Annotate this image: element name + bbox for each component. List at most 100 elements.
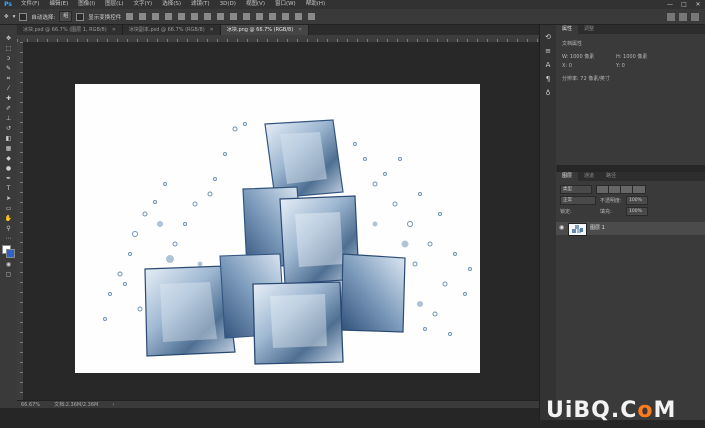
path-selection-tool-icon[interactable]: ➤ <box>4 195 13 202</box>
tab-properties[interactable]: 属性 <box>556 25 579 34</box>
crop-tool-icon[interactable]: ⌗ <box>4 75 13 82</box>
menu-item-select[interactable]: 选择(S) <box>157 0 186 9</box>
3d-rotate-icon[interactable] <box>295 13 303 20</box>
paragraph-icon[interactable]: ¶ <box>543 75 553 83</box>
hand-tool-icon[interactable]: ✋ <box>4 215 13 222</box>
brush-tool-icon[interactable]: ✐ <box>4 105 13 112</box>
menu-item-view[interactable]: 视图(V) <box>241 0 270 9</box>
quick-mask-icon[interactable]: ◉ <box>4 261 13 268</box>
pen-tool-icon[interactable]: ✒ <box>4 175 13 182</box>
blend-mode-dropdown[interactable]: 正常 <box>560 196 596 205</box>
auto-select-dropdown[interactable]: 组 <box>59 11 73 22</box>
3d-mode-icon[interactable] <box>282 13 290 20</box>
menu-item-filter[interactable]: 滤镜(T) <box>186 0 215 9</box>
distribute-right-icon[interactable] <box>269 13 277 20</box>
chevron-right-icon[interactable]: › <box>112 401 114 408</box>
tab-document-3[interactable]: 冰块.png @ 66.7% (RGB/8) ✕ <box>220 25 310 35</box>
tab-document-2[interactable]: 冰块副本.psd @ 66.7% (RGB/8) ✕ <box>122 25 221 35</box>
menu-item-edit[interactable]: 编辑(E) <box>44 0 73 9</box>
layer-kind-filter[interactable]: 类型 <box>560 185 592 194</box>
eraser-tool-icon[interactable]: ◧ <box>4 135 13 142</box>
fill-label: 填充: <box>600 209 612 215</box>
menu-item-image[interactable]: 图像(I) <box>73 0 100 9</box>
align-top-icon[interactable] <box>165 13 173 20</box>
align-middle-icon[interactable] <box>178 13 186 20</box>
eye-icon[interactable]: ◉ <box>559 225 565 231</box>
menu-item-3d[interactable]: 3D(D) <box>215 0 241 9</box>
tool-preset-chevron-icon[interactable]: ▾ <box>13 14 16 20</box>
auto-select-label: 自动选择: <box>31 14 56 21</box>
healing-brush-tool-icon[interactable]: ✚ <box>4 95 13 102</box>
rectangle-tool-icon[interactable]: ▭ <box>4 205 13 212</box>
distribute-middle-icon[interactable] <box>217 13 225 20</box>
menu-item-window[interactable]: 窗口(W) <box>270 0 301 9</box>
document-size: 文档:2.36M/2.36M <box>54 402 99 408</box>
lightbulb-icon[interactable]: ♁ <box>543 89 553 97</box>
tab-document-1[interactable]: 冰块.psd @ 66.7% (图层 1, RGB/8) ✕ <box>17 25 123 35</box>
history-brush-tool-icon[interactable]: ↺ <box>4 125 13 132</box>
move-tool-icon[interactable]: ✥ <box>4 14 9 20</box>
character-icon[interactable]: A <box>543 61 553 69</box>
distribute-top-icon[interactable] <box>204 13 212 20</box>
fill-field[interactable]: 100% <box>626 207 648 216</box>
history-icon[interactable]: ⟲ <box>543 33 553 41</box>
align-bottom-icon[interactable] <box>191 13 199 20</box>
blur-tool-icon[interactable]: ◆ <box>4 155 13 162</box>
workspace-switcher-icon[interactable] <box>679 12 687 21</box>
options-bar: ✥ ▾ 自动选择: 组 显示变换控件 <box>0 9 705 25</box>
width-field[interactable]: W: 1000 像素 <box>562 53 594 60</box>
screen-mode-icon[interactable]: ▢ <box>4 271 13 278</box>
show-transform-checkbox[interactable] <box>76 12 85 21</box>
zoom-level[interactable]: 66.67% <box>21 401 40 408</box>
lasso-tool-icon[interactable]: ↄ <box>4 55 13 62</box>
y-field[interactable]: Y: 0 <box>616 63 625 69</box>
menu-item-layer[interactable]: 图层(L) <box>100 0 128 9</box>
opacity-field[interactable]: 100% <box>626 196 648 205</box>
layer-row[interactable]: ◉ 图层 1 <box>556 222 705 236</box>
status-bar: 66.67% 文档:2.36M/2.36M › <box>17 400 539 408</box>
share-icon[interactable] <box>691 12 699 21</box>
move-tool-icon[interactable]: ✥ <box>4 35 13 42</box>
marquee-tool-icon[interactable]: ⬚ <box>4 45 13 52</box>
distribute-left-icon[interactable] <box>243 13 251 20</box>
menu-item-help[interactable]: 帮助(H) <box>301 0 330 9</box>
tab-paths[interactable]: 路径 <box>600 172 622 181</box>
tab-channels[interactable]: 通道 <box>578 172 600 181</box>
tab-adjustments[interactable]: 调整 <box>578 25 600 34</box>
menu-item-file[interactable]: 文件(F) <box>16 0 44 9</box>
x-field[interactable]: X: 0 <box>562 63 572 69</box>
close-button[interactable]: ✕ <box>691 0 705 9</box>
minimize-button[interactable]: — <box>663 0 677 9</box>
zoom-tool-icon[interactable]: ⚲ <box>4 225 13 232</box>
menu-item-type[interactable]: 文字(Y) <box>129 0 158 9</box>
align-center-icon[interactable] <box>139 13 147 20</box>
height-field[interactable]: H: 1000 像素 <box>616 53 647 60</box>
gradient-tool-icon[interactable]: ▦ <box>4 145 13 152</box>
clone-stamp-tool-icon[interactable]: ⊥ <box>4 115 13 122</box>
properties-icon[interactable]: ≡ <box>543 47 553 55</box>
search-icon[interactable] <box>667 12 675 21</box>
3d-pan-icon[interactable] <box>308 13 316 20</box>
window-controls: — □ ✕ <box>663 0 705 9</box>
close-icon[interactable]: ✕ <box>112 27 116 33</box>
ice-cube-top <box>264 119 344 199</box>
align-left-icon[interactable] <box>126 13 134 20</box>
more-tools-icon[interactable]: ⋯ <box>4 235 13 242</box>
filter-shape-icon[interactable] <box>632 185 646 194</box>
tab-layers[interactable]: 图层 <box>556 172 579 181</box>
close-icon[interactable]: ✕ <box>210 27 214 33</box>
resolution-label: 分辨率: 72 像素/英寸 <box>562 76 610 82</box>
maximize-button[interactable]: □ <box>677 0 691 9</box>
distribute-bottom-icon[interactable] <box>230 13 238 20</box>
close-icon[interactable]: ✕ <box>298 27 302 33</box>
distribute-center-icon[interactable] <box>256 13 264 20</box>
document-canvas[interactable] <box>75 84 480 373</box>
background-color-swatch[interactable] <box>6 249 15 258</box>
eyedropper-tool-icon[interactable]: ⁄ <box>4 85 13 92</box>
type-tool-icon[interactable]: T <box>4 185 13 192</box>
align-right-icon[interactable] <box>152 13 160 20</box>
quick-select-tool-icon[interactable]: ✎ <box>4 65 13 72</box>
auto-select-checkbox[interactable] <box>19 12 28 21</box>
dodge-tool-icon[interactable]: ● <box>4 165 13 172</box>
workspace-controls <box>667 12 705 21</box>
